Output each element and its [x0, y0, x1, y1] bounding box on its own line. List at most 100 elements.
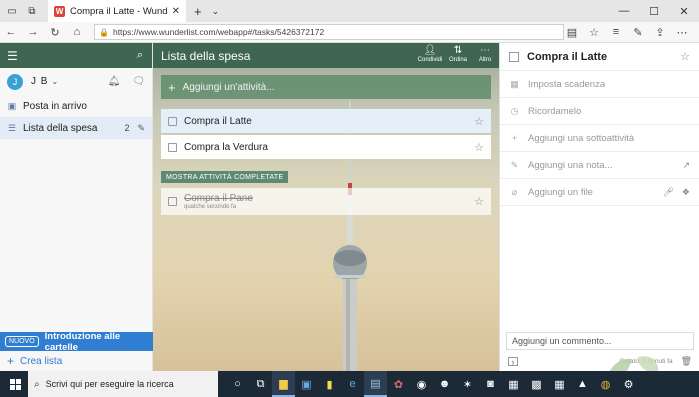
home-icon[interactable]: ⌂: [66, 22, 88, 42]
create-list-label: Crea lista: [20, 355, 63, 367]
set-due-date-row[interactable]: ▦ Imposta scadenza: [500, 71, 699, 98]
back-icon[interactable]: ←: [0, 22, 22, 42]
edit-list-icon[interactable]: ✎: [137, 123, 145, 134]
pen-note-icon[interactable]: ✎: [627, 24, 649, 40]
more-icon: ⋯: [480, 45, 490, 56]
sticky-notes-icon[interactable]: ▮: [318, 371, 341, 397]
task-checkbox-checked[interactable]: [168, 197, 177, 206]
create-list-button[interactable]: + Crea lista: [0, 351, 153, 371]
task-row[interactable]: Compra il Latte ☆: [161, 109, 491, 133]
sidebar-item-shopping-list[interactable]: ☰ Lista della spesa 2 ✎: [0, 117, 152, 139]
plus-icon: +: [7, 354, 15, 368]
chrome-icon[interactable]: ◍: [594, 371, 617, 397]
reading-view-icon[interactable]: ▤: [561, 24, 583, 40]
star-icon[interactable]: ☆: [474, 195, 484, 208]
plus-icon: +: [168, 79, 176, 95]
share-list-button[interactable]: 👤︎ Condividi: [415, 45, 445, 63]
photos-icon[interactable]: ✿: [387, 371, 410, 397]
detail-task-title[interactable]: Compra il Latte: [527, 51, 607, 63]
chat-bubble-icon[interactable]: 🗨︎: [132, 76, 145, 87]
task-title: Compra la Verdura: [184, 141, 268, 153]
browser-tab[interactable]: W Compra il Latte - Wund ✕: [48, 0, 186, 22]
bell-icon[interactable]: 🔔︎: [108, 76, 121, 87]
folders-promo-banner[interactable]: NUOVO Introduzione alle cartelle: [0, 330, 153, 353]
chevron-down-icon[interactable]: ⌄: [51, 77, 58, 86]
trash-icon[interactable]: 🗑︎: [681, 356, 692, 367]
sort-button[interactable]: ⇅ Ordina: [443, 45, 473, 63]
new-tab-icon[interactable]: +: [194, 4, 202, 19]
refresh-icon[interactable]: ↻: [44, 22, 66, 42]
user-row[interactable]: J J B ⌄ 🔔︎ 🗨︎: [0, 68, 152, 95]
forward-icon[interactable]: →: [22, 22, 44, 42]
task-checkbox[interactable]: [168, 142, 177, 152]
hamburger-menu-icon[interactable]: ☰: [7, 49, 18, 63]
maximize-icon[interactable]: ☐: [639, 0, 669, 22]
media-player-icon[interactable]: ◉: [410, 371, 433, 397]
cortana-icon[interactable]: ○: [226, 371, 249, 397]
dropbox-icon[interactable]: ❖: [682, 187, 690, 198]
sort-label: Ordina: [448, 57, 467, 63]
show-completed-button[interactable]: MOSTRA ATTIVITÀ COMPLETATE: [161, 171, 289, 183]
url-field[interactable]: 🔒 https://www.wunderlist.com/webapp#/tas…: [94, 24, 564, 40]
camera-icon[interactable]: ◙: [479, 371, 502, 397]
task-detail-panel: Compra il Latte ☆ ▦ Imposta scadenza ◷ R…: [499, 43, 699, 371]
detail-title-row: Compra il Latte ☆: [500, 43, 699, 71]
file-explorer-icon[interactable]: ▆: [272, 371, 295, 397]
favorite-star-icon[interactable]: ☆: [583, 24, 605, 40]
user-name[interactable]: J B: [31, 76, 48, 87]
task-checkbox[interactable]: [168, 116, 177, 126]
picture-icon[interactable]: ▲: [571, 371, 594, 397]
more-button[interactable]: ⋯ Altro: [470, 45, 499, 63]
reminder-label: Ricordamelo: [528, 105, 582, 117]
expand-note-icon[interactable]: ↗: [682, 160, 690, 171]
tab-preview-icon[interactable]: ⧉: [24, 3, 40, 19]
avatar[interactable]: J: [7, 73, 23, 90]
star-icon[interactable]: ☆: [474, 141, 484, 154]
settings-gear-icon[interactable]: ⚙: [617, 371, 640, 397]
list-icon: ☰: [7, 122, 17, 133]
completed-task-row[interactable]: Compra il Pane qualche secondo fa ☆: [161, 188, 491, 215]
collapse-panel-icon[interactable]: ›: [508, 357, 518, 367]
close-tab-icon[interactable]: ✕: [172, 6, 180, 17]
close-window-icon[interactable]: ✕: [669, 0, 699, 22]
add-note-label: Aggiungi una nota...: [528, 159, 613, 171]
favorites-hub-icon[interactable]: ≡: [605, 24, 627, 40]
list-title: Lista della spesa: [161, 48, 251, 63]
calendar-app-icon[interactable]: ▦: [502, 371, 525, 397]
weather-icon[interactable]: ✶: [456, 371, 479, 397]
minimize-icon[interactable]: —: [609, 0, 639, 22]
task-list-panel: Lista della spesa 👤︎ Condividi ⇅ Ordina …: [153, 43, 499, 371]
app-window-icon[interactable]: ▤: [364, 371, 387, 397]
search-icon: ⌕: [34, 378, 40, 390]
movies-icon[interactable]: ▩: [525, 371, 548, 397]
share-icon[interactable]: ⇪: [649, 24, 671, 40]
taskbar-search-box[interactable]: ⌕ Scrivi qui per eseguire la ricerca: [28, 371, 218, 397]
search-icon[interactable]: ⌕: [137, 49, 143, 62]
detail-checkbox[interactable]: [509, 51, 519, 62]
add-task-input[interactable]: + Aggiungi un'attività...: [161, 75, 491, 99]
add-subtask-row[interactable]: + Aggiungi una sottoattività: [500, 125, 699, 152]
promo-text: Introduzione alle cartelle: [44, 330, 121, 353]
store-icon[interactable]: ▣: [295, 371, 318, 397]
task-row[interactable]: Compra la Verdura ☆: [161, 135, 491, 159]
sidebar-item-inbox[interactable]: ▣ Posta in arrivo: [0, 95, 152, 117]
reminder-row[interactable]: ◷ Ricordamelo: [500, 98, 699, 125]
tab-list-chevron-icon[interactable]: ⌄: [212, 6, 220, 17]
people-icon[interactable]: ☻: [433, 371, 456, 397]
tab-title: Compra il Latte - Wund: [70, 5, 168, 17]
sidebar-item-label: Posta in arrivo: [23, 100, 87, 112]
star-icon[interactable]: ☆: [474, 115, 484, 128]
lock-icon: 🔒: [99, 27, 109, 37]
edge-icon[interactable]: e: [341, 371, 364, 397]
star-icon[interactable]: ☆: [680, 50, 690, 63]
task-view-icon[interactable]: ⧉: [249, 371, 272, 397]
share-icon: 👤︎: [423, 45, 437, 56]
add-note-row[interactable]: ✎ Aggiungi una nota... ↗: [500, 152, 699, 179]
calculator-icon[interactable]: ▦: [548, 371, 571, 397]
microphone-icon[interactable]: 🎤︎: [662, 187, 673, 198]
add-file-row[interactable]: ⌀ Aggiungi un file 🎤︎ ❖: [500, 179, 699, 206]
window-menu-icon[interactable]: ▭: [4, 3, 20, 19]
windows-start-icon[interactable]: [4, 371, 26, 397]
more-menu-icon[interactable]: ⋯: [671, 24, 693, 40]
add-task-placeholder: Aggiungi un'attività...: [182, 81, 275, 93]
